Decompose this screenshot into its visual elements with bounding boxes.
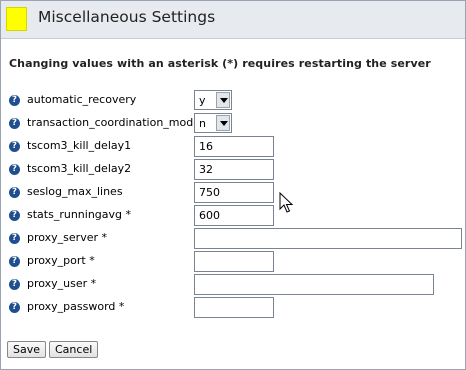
field-label: tscom3_kill_delay2 [27,162,132,175]
row-proxy-server: ? proxy_server * [1,228,465,250]
help-icon[interactable]: ? [9,233,20,244]
row-stats-runningavg: ? stats_runningavg * [1,205,465,227]
restart-notice: Changing values with an asterisk (*) req… [9,57,431,70]
mouse-pointer-icon [279,192,293,213]
row-proxy-user: ? proxy_user * [1,274,465,296]
field-label: proxy_user * [27,277,97,290]
proxy-user-input[interactable] [194,274,434,295]
save-button[interactable]: Save [7,341,47,358]
field-label: proxy_server * [27,231,107,244]
field-label: seslog_max_lines [27,185,123,198]
help-icon[interactable]: ? [9,210,20,221]
tscom3-kill-delay2-input[interactable] [194,159,274,180]
field-label: proxy_password * [27,300,125,313]
automatic-recovery-select[interactable]: y [194,90,232,110]
row-seslog-max-lines: ? seslog_max_lines [1,182,465,204]
seslog-max-lines-input[interactable] [194,182,274,203]
field-label: automatic_recovery [27,93,137,106]
field-label: stats_runningavg * [27,208,132,221]
field-label: proxy_port * [27,254,95,267]
help-icon[interactable]: ? [9,141,20,152]
settings-panel: Miscellaneous Settings Changing values w… [0,0,466,370]
help-icon[interactable]: ? [9,95,20,106]
help-icon[interactable]: ? [9,164,20,175]
proxy-port-input[interactable] [194,251,274,272]
dropdown-arrow-icon[interactable] [216,115,230,131]
page-title: Miscellaneous Settings [38,8,216,26]
row-tscom3-kill-delay2: ? tscom3_kill_delay2 [1,159,465,181]
stats-runningavg-input[interactable] [194,205,274,226]
transaction-coordination-mode-select[interactable]: n [194,113,232,133]
row-proxy-port: ? proxy_port * [1,251,465,273]
help-icon[interactable]: ? [9,118,20,129]
help-icon[interactable]: ? [9,256,20,267]
row-proxy-password: ? proxy_password * [1,297,465,319]
help-icon[interactable]: ? [9,187,20,198]
proxy-server-input[interactable] [194,228,462,249]
dropdown-arrow-icon[interactable] [216,92,230,108]
help-icon[interactable]: ? [9,279,20,290]
row-tscom3-kill-delay1: ? tscom3_kill_delay1 [1,136,465,158]
selected-value: y [199,94,206,107]
panel-header: Miscellaneous Settings [1,1,465,39]
help-icon[interactable]: ? [9,302,20,313]
field-label: transaction_coordination_mode * [27,116,209,129]
row-automatic-recovery: ? automatic_recovery y [1,90,465,112]
row-transaction-coordination-mode: ? transaction_coordination_mode * n [1,113,465,135]
cancel-button[interactable]: Cancel [49,341,99,358]
tscom3-kill-delay1-input[interactable] [194,136,274,157]
selected-value: n [199,117,206,130]
yellow-square-icon [6,7,27,31]
field-label: tscom3_kill_delay1 [27,139,132,152]
proxy-password-input[interactable] [194,297,274,318]
